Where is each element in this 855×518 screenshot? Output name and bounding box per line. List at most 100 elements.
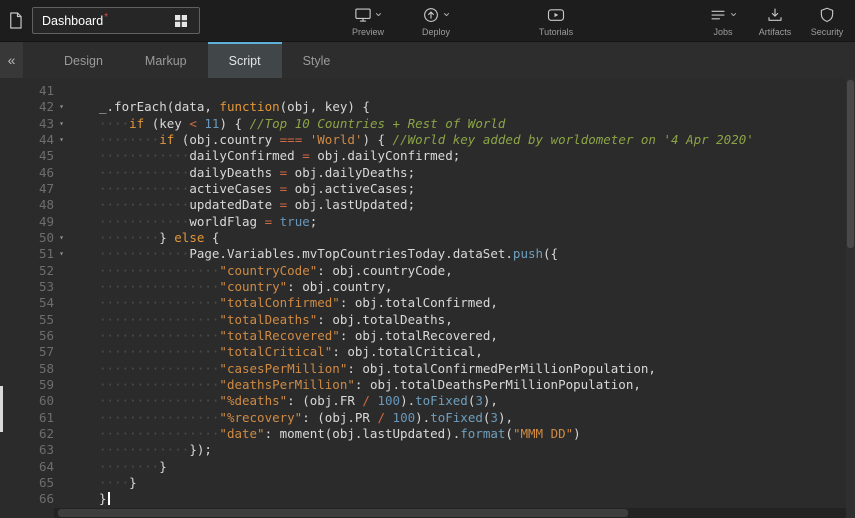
token-ws: ················ bbox=[99, 328, 219, 343]
fold-spacer bbox=[54, 328, 69, 344]
line-number[interactable]: 54 bbox=[0, 295, 54, 311]
page-selector[interactable]: Dashboard* bbox=[32, 7, 200, 34]
line-number[interactable]: 45 bbox=[0, 148, 54, 164]
fold-spacer bbox=[54, 148, 69, 164]
code-line-49[interactable]: 49············worldFlag = true; bbox=[0, 214, 855, 230]
fold-toggle-icon[interactable]: ▾ bbox=[54, 99, 69, 115]
jobs-icon bbox=[709, 6, 727, 24]
token-pl: dailyDeaths bbox=[189, 165, 279, 180]
code-line-64[interactable]: 64········} bbox=[0, 459, 855, 475]
code-line-59[interactable]: 59················"deathsPerMillion": ob… bbox=[0, 377, 855, 393]
code-line-65[interactable]: 65····} bbox=[0, 475, 855, 491]
line-number[interactable]: 58 bbox=[0, 361, 54, 377]
token-pl: obj.dailyDeaths; bbox=[287, 165, 415, 180]
code-line-56[interactable]: 56················"totalRecovered": obj.… bbox=[0, 328, 855, 344]
tab-bar: « DesignMarkupScriptStyle bbox=[0, 42, 855, 78]
horizontal-scrollbar-thumb[interactable] bbox=[58, 509, 628, 517]
tutorials-button[interactable]: Tutorials bbox=[532, 5, 580, 37]
line-number[interactable]: 64 bbox=[0, 459, 54, 475]
line-number[interactable]: 46 bbox=[0, 165, 54, 181]
line-number[interactable]: 61 bbox=[0, 410, 54, 426]
code-line-52[interactable]: 52················"countryCode": obj.cou… bbox=[0, 263, 855, 279]
fold-toggle-icon[interactable]: ▾ bbox=[54, 132, 69, 148]
jobs-button[interactable]: Jobs bbox=[699, 5, 747, 37]
code-line-63[interactable]: 63············}); bbox=[0, 442, 855, 458]
code-line-50[interactable]: 50▾········} else { bbox=[0, 230, 855, 246]
line-number[interactable]: 57 bbox=[0, 344, 54, 360]
code-line-45[interactable]: 45············dailyConfirmed = obj.daily… bbox=[0, 148, 855, 164]
code-line-60[interactable]: 60················"%deaths": (obj.FR / 1… bbox=[0, 393, 855, 409]
line-number[interactable]: 56 bbox=[0, 328, 54, 344]
token-num: 3 bbox=[490, 410, 498, 425]
code-line-42[interactable]: 42▾_.forEach(data, function(obj, key) { bbox=[0, 99, 855, 115]
artifacts-button[interactable]: Artifacts bbox=[751, 5, 799, 37]
fold-spacer bbox=[54, 83, 69, 99]
code-line-57[interactable]: 57················"totalCritical": obj.t… bbox=[0, 344, 855, 360]
line-number[interactable]: 47 bbox=[0, 181, 54, 197]
fold-toggle-icon[interactable]: ▾ bbox=[54, 116, 69, 132]
code-line-43[interactable]: 43▾····if (key < 11) { //Top 10 Countrie… bbox=[0, 116, 855, 132]
vertical-scrollbar[interactable] bbox=[846, 78, 855, 518]
code-line-62[interactable]: 62················"date": moment(obj.las… bbox=[0, 426, 855, 442]
code-line-51[interactable]: 51▾············Page.Variables.mvTopCount… bbox=[0, 246, 855, 262]
line-number[interactable]: 50 bbox=[0, 230, 54, 246]
tab-style[interactable]: Style bbox=[282, 42, 352, 78]
line-number[interactable]: 66 bbox=[0, 491, 54, 507]
fold-toggle-icon[interactable]: ▾ bbox=[54, 230, 69, 246]
token-pl: : moment(obj.lastUpdated). bbox=[265, 426, 461, 441]
line-number[interactable]: 48 bbox=[0, 197, 54, 213]
token-ws: ············ bbox=[99, 246, 189, 261]
token-pl: : obj.country, bbox=[287, 279, 392, 294]
line-number[interactable]: 60 bbox=[0, 393, 54, 409]
code-line-53[interactable]: 53················"country": obj.country… bbox=[0, 279, 855, 295]
line-number[interactable]: 65 bbox=[0, 475, 54, 491]
deploy-button[interactable]: Deploy bbox=[412, 5, 460, 37]
token-pl: ) { bbox=[362, 132, 392, 147]
line-number[interactable]: 63 bbox=[0, 442, 54, 458]
line-number[interactable]: 41 bbox=[0, 83, 54, 99]
line-number[interactable]: 43 bbox=[0, 116, 54, 132]
tab-design[interactable]: Design bbox=[43, 42, 124, 78]
token-str: "date" bbox=[219, 426, 264, 441]
line-number[interactable]: 55 bbox=[0, 312, 54, 328]
vertical-scrollbar-thumb[interactable] bbox=[847, 80, 854, 248]
artifacts-label: Artifacts bbox=[759, 27, 792, 37]
code-line-46[interactable]: 46············dailyDeaths = obj.dailyDea… bbox=[0, 165, 855, 181]
page-file-icon[interactable] bbox=[6, 11, 25, 30]
code-editor[interactable]: 4142▾_.forEach(data, function(obj, key) … bbox=[0, 78, 855, 518]
security-button[interactable]: Security bbox=[803, 5, 851, 37]
line-number[interactable]: 62 bbox=[0, 426, 54, 442]
code-line-55[interactable]: 55················"totalDeaths": obj.tot… bbox=[0, 312, 855, 328]
token-pl: : obj.totalDeathsPerMillionPopulation, bbox=[355, 377, 641, 392]
code-line-48[interactable]: 48 ············updatedDate = obj.lastUpda… bbox=[0, 197, 855, 213]
preview-button[interactable]: Preview bbox=[344, 5, 392, 37]
token-op: = bbox=[265, 214, 273, 229]
code-line-54[interactable]: 54················"totalConfirmed": obj.… bbox=[0, 295, 855, 311]
code-line-58[interactable]: 58················"casesPerMillion": obj… bbox=[0, 361, 855, 377]
grid-icon[interactable] bbox=[172, 12, 190, 30]
line-number[interactable]: 44 bbox=[0, 132, 54, 148]
tab-script[interactable]: Script bbox=[208, 42, 282, 78]
code-line-47[interactable]: 47············activeCases = obj.activeCa… bbox=[0, 181, 855, 197]
token-kw: else bbox=[174, 230, 204, 245]
page-title: Dashboard bbox=[42, 15, 103, 29]
code-text: ············updatedDate = obj.lastUpdate… bbox=[69, 197, 855, 213]
code-line-66[interactable]: 66} bbox=[0, 491, 855, 507]
horizontal-scrollbar[interactable] bbox=[54, 508, 846, 518]
line-number[interactable]: 53 bbox=[0, 279, 54, 295]
line-number[interactable]: 59 bbox=[0, 377, 54, 393]
fold-toggle-icon[interactable]: ▾ bbox=[54, 246, 69, 262]
line-number[interactable]: 52 bbox=[0, 263, 54, 279]
tab-markup[interactable]: Markup bbox=[124, 42, 208, 78]
code-line-44[interactable]: 44▾········if (obj.country === 'World') … bbox=[0, 132, 855, 148]
token-ws: ············ bbox=[99, 181, 189, 196]
line-number[interactable]: 49 bbox=[0, 214, 54, 230]
token-ws: ················ bbox=[99, 344, 219, 359]
collapse-panel-button[interactable]: « bbox=[0, 42, 23, 78]
line-number[interactable]: 51 bbox=[0, 246, 54, 262]
line-number[interactable]: 42 bbox=[0, 99, 54, 115]
fold-spacer bbox=[54, 312, 69, 328]
code-line-61[interactable]: 61················"%recovery": (obj.PR /… bbox=[0, 410, 855, 426]
code-line-41[interactable]: 41 bbox=[0, 83, 855, 99]
token-str: "%deaths" bbox=[219, 393, 287, 408]
